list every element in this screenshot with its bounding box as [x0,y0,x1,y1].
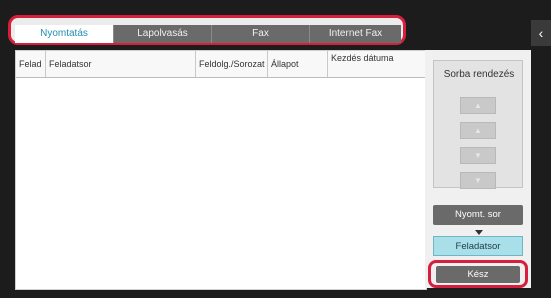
job-table-header: Felad Feladatsor Feldolg./Sorozat Állapo… [16,51,426,78]
tab-fax[interactable]: Fax [211,25,309,43]
tab-internet-fax[interactable]: Internet Fax [309,25,401,43]
job-queue-button[interactable]: Feladatsor [433,236,523,256]
right-panel: Sorba rendezés ▲ ▲ ▼ ▼ Nyomt. sor Felada… [425,50,531,288]
column-header-status: Állapot [268,51,328,77]
done-highlight: Kész [428,260,528,288]
tab-print[interactable]: Nyomtatás [15,25,113,43]
sort-up-button[interactable]: ▲ [460,122,496,139]
sort-last-button[interactable]: ▼ [460,172,496,189]
sort-first-button[interactable]: ▲ [460,97,496,114]
job-type-tabs: Nyomtatás Lapolvasás Fax Internet Fax [8,15,406,45]
sort-label: Sorba rendezés [443,69,515,80]
sort-down-icon: ▼ [474,176,482,185]
sort-down-icon: ▼ [474,151,482,160]
job-status-screen: Nyomtatás Lapolvasás Fax Internet Fax ‹ … [0,0,551,298]
column-header-sender: Felad [16,51,46,77]
chevron-left-icon: ‹ [538,25,544,41]
print-queue-button[interactable]: Nyomt. sor [433,205,523,225]
column-header-job: Feladatsor [46,51,196,77]
tab-scan[interactable]: Lapolvasás [113,25,211,43]
job-table: Felad Feladatsor Feldolg./Sorozat Állapo… [15,50,427,290]
done-button[interactable]: Kész [436,266,520,283]
column-header-processed: Feldolg./Sorozat [196,51,268,77]
column-header-start-date: Kezdés dátuma [331,53,394,63]
sort-up-icon: ▲ [474,126,482,135]
sort-box: Sorba rendezés ▲ ▲ ▼ ▼ [433,60,523,189]
sort-up-icon: ▲ [474,101,482,110]
side-panel-toggle[interactable]: ‹ [531,20,551,46]
pointer-arrow-icon [475,230,483,235]
sort-down-button[interactable]: ▼ [460,147,496,164]
